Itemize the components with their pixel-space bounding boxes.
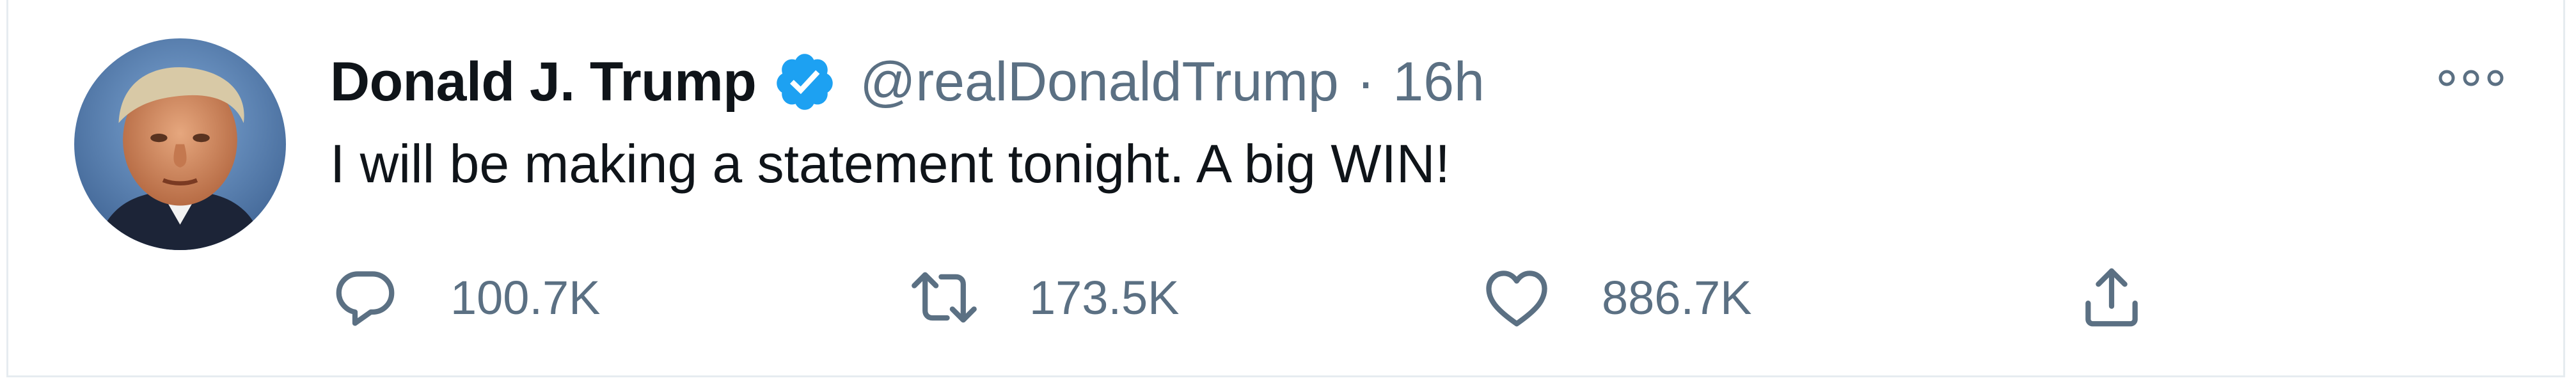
share-button[interactable] xyxy=(2076,256,2147,339)
reply-count: 100.7K xyxy=(450,271,601,324)
like-count: 886.7K xyxy=(1602,271,1752,324)
tweet-timestamp[interactable]: 16h xyxy=(1393,51,1485,114)
more-options-button[interactable] xyxy=(2433,59,2509,97)
tweet-card[interactable]: Donald J. Trump @realDonaldTrump · 16h I… xyxy=(6,0,2565,377)
tweet-header: Donald J. Trump @realDonaldTrump · 16h xyxy=(330,43,1485,120)
like-button[interactable]: 886.7K xyxy=(1482,256,1752,339)
reply-icon xyxy=(330,262,400,333)
avatar[interactable] xyxy=(74,38,286,250)
author-handle[interactable]: @realDonaldTrump xyxy=(860,51,1339,114)
retweet-icon xyxy=(909,262,979,333)
retweet-button[interactable]: 173.5K xyxy=(909,256,1180,339)
separator-dot: · xyxy=(1356,51,1375,113)
avatar-photo xyxy=(74,38,286,250)
share-icon xyxy=(2076,262,2147,333)
more-dots-icon xyxy=(2438,70,2504,86)
tweet-text: I will be making a statement tonight. A … xyxy=(330,134,1450,194)
tweet-actions: 100.7K 173.5K 886.7K xyxy=(330,256,2249,339)
heart-icon xyxy=(1482,262,1552,333)
reply-button[interactable]: 100.7K xyxy=(330,256,601,339)
verified-badge-icon xyxy=(773,50,837,114)
author-name[interactable]: Donald J. Trump xyxy=(330,51,757,114)
retweet-count: 173.5K xyxy=(1029,271,1180,324)
